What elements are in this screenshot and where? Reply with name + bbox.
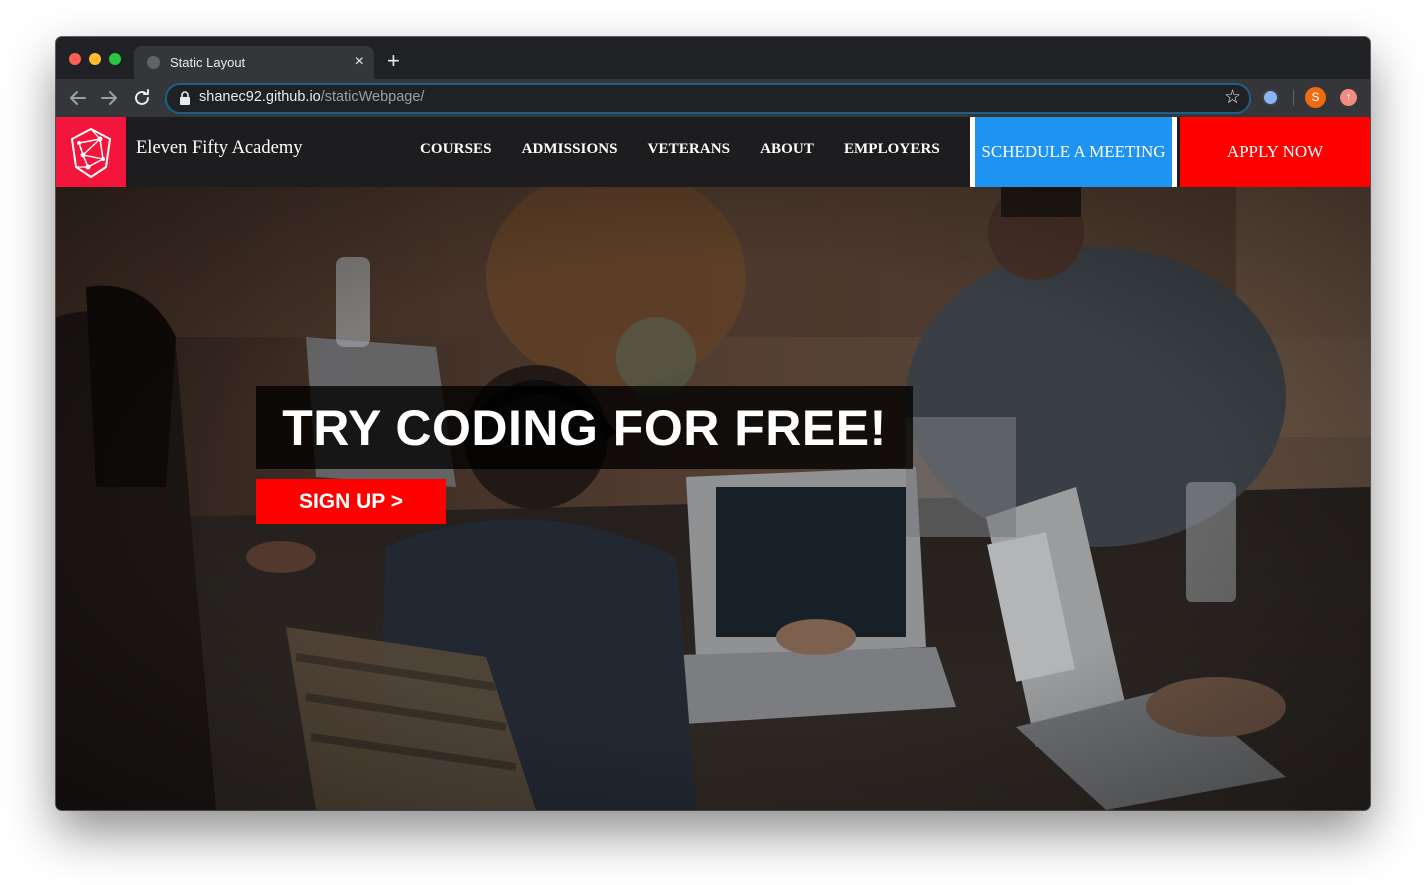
toolbar-separator bbox=[1293, 90, 1294, 106]
schedule-meeting-button[interactable]: SCHEDULE A MEETING bbox=[970, 117, 1177, 187]
lock-icon bbox=[180, 91, 190, 105]
tab-strip: Static Layout × + bbox=[56, 37, 1370, 79]
nav-courses[interactable]: COURSES bbox=[420, 141, 492, 158]
star-icon[interactable]: ☆ bbox=[1224, 86, 1241, 110]
extension-icon[interactable] bbox=[1262, 89, 1279, 106]
nav-veterans[interactable]: VETERANS bbox=[648, 141, 731, 158]
browser-window: Static Layout × + shanec92.github.io/sta… bbox=[56, 37, 1370, 810]
logo[interactable] bbox=[56, 117, 126, 187]
url-text: shanec92.github.io/staticWebpage/ bbox=[199, 89, 424, 105]
profile-avatar[interactable]: S bbox=[1305, 87, 1326, 108]
address-bar[interactable]: shanec92.github.io/staticWebpage/ ☆ bbox=[165, 83, 1251, 114]
url-path: /staticWebpage/ bbox=[320, 89, 425, 105]
maximize-window-button[interactable] bbox=[109, 53, 121, 65]
back-arrow-icon[interactable] bbox=[66, 86, 90, 110]
url-host: shanec92.github.io bbox=[199, 89, 321, 105]
nav-about[interactable]: ABOUT bbox=[760, 141, 814, 158]
reload-icon[interactable] bbox=[130, 86, 154, 110]
globe-icon bbox=[147, 56, 160, 69]
minimize-window-button[interactable] bbox=[89, 53, 101, 65]
forward-arrow-icon[interactable] bbox=[97, 86, 121, 110]
hero-headline: TRY CODING FOR FREE! bbox=[282, 399, 887, 456]
sign-up-button[interactable]: SIGN UP > bbox=[256, 479, 446, 524]
close-tab-icon[interactable]: × bbox=[355, 52, 364, 72]
update-icon[interactable]: ↑ bbox=[1340, 89, 1357, 106]
headline-banner: TRY CODING FOR FREE! bbox=[256, 386, 913, 469]
hero-section: TRY CODING FOR FREE! SIGN UP > bbox=[56, 187, 1370, 810]
nav-employers[interactable]: EMPLOYERS bbox=[844, 141, 940, 158]
hero-background-photo bbox=[56, 187, 1370, 810]
main-nav: COURSES ADMISSIONS VETERANS ABOUT EMPLOY… bbox=[420, 141, 940, 158]
brand-name[interactable]: Eleven Fifty Academy bbox=[136, 138, 302, 159]
web-page: Eleven Fifty Academy COURSES ADMISSIONS … bbox=[56, 117, 1370, 810]
new-tab-button[interactable]: + bbox=[387, 49, 400, 73]
close-window-button[interactable] bbox=[69, 53, 81, 65]
site-header: Eleven Fifty Academy COURSES ADMISSIONS … bbox=[56, 117, 1370, 187]
browser-tab[interactable]: Static Layout × bbox=[134, 46, 374, 79]
nav-admissions[interactable]: ADMISSIONS bbox=[522, 141, 618, 158]
apply-now-button[interactable]: APPLY NOW bbox=[1180, 117, 1370, 187]
browser-toolbar: shanec92.github.io/staticWebpage/ ☆ S ↑ bbox=[56, 79, 1370, 117]
logo-icon bbox=[70, 127, 112, 179]
tab-title: Static Layout bbox=[170, 55, 246, 70]
